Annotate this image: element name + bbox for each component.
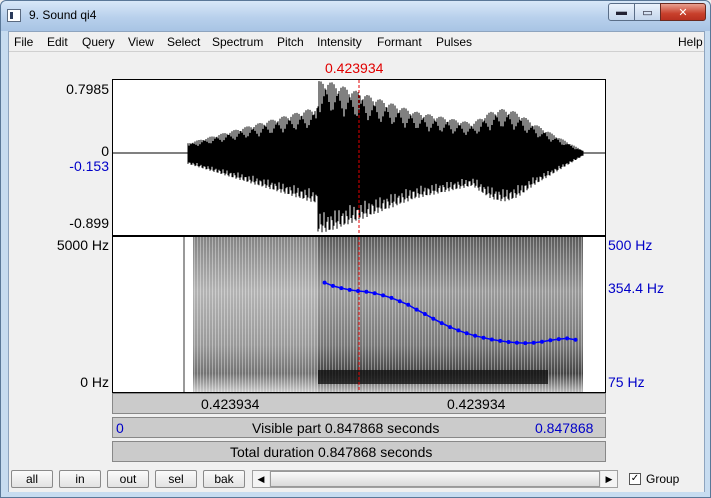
spec-freq-bottom: 0 Hz <box>80 374 109 390</box>
visible-start: 0 <box>116 420 124 436</box>
pitch-axis-top: 500 Hz <box>608 237 653 253</box>
waveform-trace <box>187 81 584 233</box>
spec-freq-top: 5000 Hz <box>56 237 109 253</box>
scroll-right-icon[interactable]: ▶ <box>601 471 617 487</box>
time-scrollbar[interactable]: ◀ ▶ <box>252 470 618 488</box>
window-title: 9. Sound qi4 <box>29 8 97 22</box>
pitch-point <box>556 337 561 342</box>
spectrogram-fricative <box>193 237 318 392</box>
pitch-point <box>548 338 553 343</box>
maximize-button[interactable]: ▭ <box>634 3 661 21</box>
menu-pulses[interactable]: Pulses <box>436 35 472 49</box>
spectrogram-plot <box>183 237 583 392</box>
menu-help[interactable]: Help <box>678 35 703 49</box>
zoom-all-button[interactable]: all <box>11 470 53 488</box>
wave-y-min: -0.899 <box>69 215 109 231</box>
wave-y-zero: 0 <box>101 143 109 159</box>
pitch-axis-cursor: 354.4 Hz <box>608 280 665 296</box>
menu-edit[interactable]: Edit <box>47 35 68 49</box>
pitch-point <box>531 340 536 345</box>
menu-intensity[interactable]: Intensity <box>317 35 362 49</box>
menu-spectrum[interactable]: Spectrum <box>212 35 263 49</box>
wave-y-max: 0.7985 <box>66 81 109 97</box>
minimize-button[interactable]: ▬ <box>608 3 635 21</box>
visible-end: 0.847868 <box>535 420 594 436</box>
zoom-sel-button[interactable]: sel <box>155 470 197 488</box>
pitch-point <box>456 328 461 333</box>
pitch-point <box>431 316 436 321</box>
total-duration-text: Total duration 0.847868 seconds <box>230 444 433 460</box>
pitch-point <box>397 299 402 304</box>
pitch-point <box>448 325 452 330</box>
sound-editor-window: 9. Sound qi4 ▬ ▭ ✕ File Edit Query View … <box>0 0 711 498</box>
pitch-point <box>464 331 469 336</box>
cursor-time-bar[interactable]: 0.423934 0.423934 <box>112 393 606 414</box>
scroll-thumb[interactable] <box>270 471 600 487</box>
visible-part-text: Visible part 0.847868 seconds <box>252 420 440 436</box>
zoom-out-button[interactable]: out <box>107 470 149 488</box>
total-duration-bar[interactable]: Total duration 0.847868 seconds <box>112 441 606 462</box>
cursor-time-label: 0.423934 <box>325 60 384 76</box>
close-button[interactable]: ✕ <box>660 3 706 21</box>
scroll-left-icon[interactable]: ◀ <box>253 471 269 487</box>
pitch-point <box>565 336 570 341</box>
pitch-point <box>381 293 386 298</box>
pitch-axis-bottom: 75 Hz <box>608 374 645 390</box>
spectrogram-panel[interactable] <box>112 236 606 393</box>
pitch-point <box>498 338 503 343</box>
pitch-point <box>372 291 377 296</box>
waveform-signal <box>187 81 584 233</box>
visible-part-bar[interactable]: 0 Visible part 0.847868 seconds 0.847868 <box>112 417 606 438</box>
menu-formant[interactable]: Formant <box>377 35 422 49</box>
menu-select[interactable]: Select <box>167 35 200 49</box>
pitch-point <box>414 307 419 312</box>
zoom-in-button[interactable]: in <box>59 470 101 488</box>
waveform-plot <box>113 80 605 235</box>
pitch-point <box>406 302 411 307</box>
right-time-value: 0.423934 <box>447 396 506 412</box>
spectrogram-onset <box>183 237 185 392</box>
pitch-point <box>339 286 344 291</box>
menu-pitch[interactable]: Pitch <box>277 35 304 49</box>
spectrogram-low-band <box>318 370 548 384</box>
editor-client: File Edit Query View Select Spectrum Pit… <box>8 31 705 492</box>
pitch-point <box>481 335 486 340</box>
pitch-point <box>540 339 544 344</box>
pitch-point <box>422 312 427 316</box>
bottom-toolbar: all in out sel bak ◀ ▶ ✓ Group <box>9 466 704 492</box>
pitch-point <box>514 340 519 345</box>
pitch-point <box>473 333 478 338</box>
pitch-point <box>356 289 360 293</box>
waveform-panel[interactable] <box>112 79 606 236</box>
pitch-point <box>573 337 578 342</box>
pitch-point <box>347 287 352 292</box>
pitch-point <box>364 289 369 294</box>
group-label: Group <box>646 472 680 486</box>
group-checkbox[interactable]: ✓ <box>629 473 641 485</box>
menu-file[interactable]: File <box>14 35 33 49</box>
app-icon <box>7 9 21 22</box>
pitch-point <box>489 337 494 342</box>
pitch-point <box>523 341 528 346</box>
zoom-back-button[interactable]: bak <box>203 470 245 488</box>
wave-y-cursor: -0.153 <box>69 158 109 174</box>
menu-view[interactable]: View <box>128 35 154 49</box>
pitch-point <box>506 340 511 344</box>
pitch-point <box>330 283 335 288</box>
menu-query[interactable]: Query <box>82 35 115 49</box>
menu-bar: File Edit Query View Select Spectrum Pit… <box>9 32 704 52</box>
title-bar[interactable]: 9. Sound qi4 ▬ ▭ ✕ <box>1 1 710 31</box>
pitch-point <box>322 280 327 285</box>
pitch-point <box>439 321 444 326</box>
left-time-value: 0.423934 <box>201 396 260 412</box>
pitch-point <box>389 295 394 300</box>
